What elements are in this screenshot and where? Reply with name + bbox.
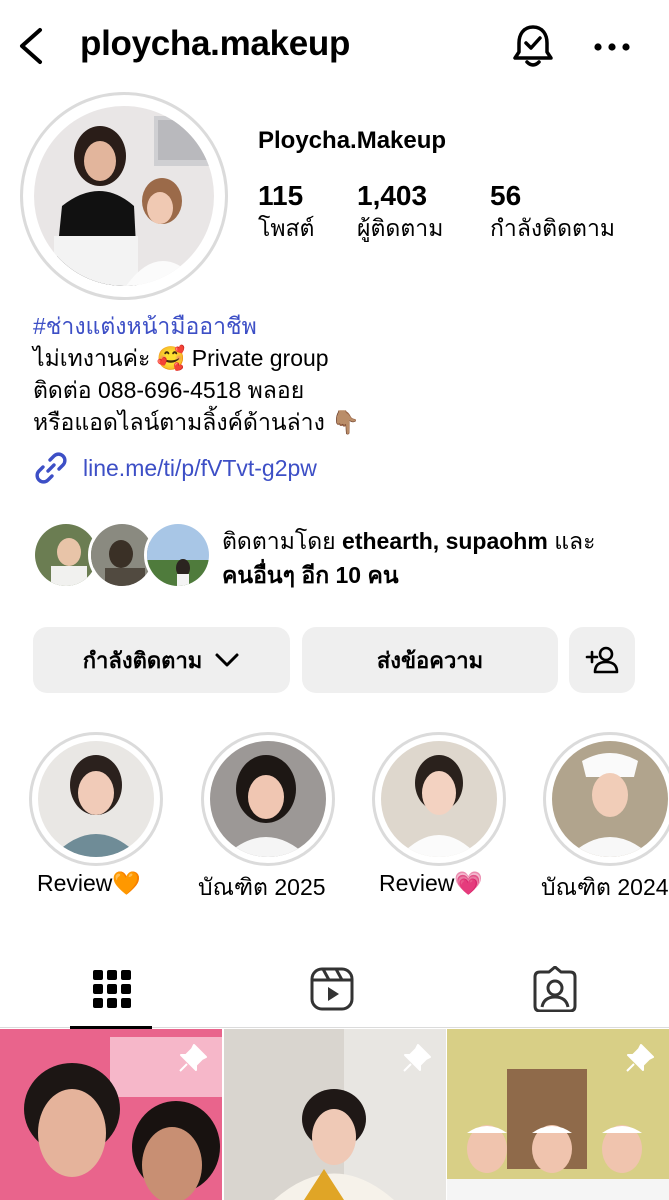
- highlight-4-label: บัณฑิต 2024: [541, 874, 669, 900]
- mutual-followers-avatars[interactable]: [32, 521, 212, 591]
- followers-stat[interactable]: 1,403 ผู้ติดตาม: [357, 180, 443, 244]
- add-person-button[interactable]: [569, 627, 635, 693]
- chevron-left-icon: [20, 28, 42, 64]
- profile-avatar-ring[interactable]: [20, 92, 228, 300]
- bio-line-3: หรือแอดไลน์ตามลิ้งค์ด้านล่าง 👇🏽: [33, 409, 360, 435]
- pin-icon: [179, 1044, 207, 1072]
- more-options-button[interactable]: [590, 30, 634, 64]
- highlight-2-label: บัณฑิต 2025: [198, 874, 326, 900]
- back-button[interactable]: [14, 26, 50, 66]
- mutual-suffix: และ: [547, 528, 596, 554]
- following-count: 56: [490, 180, 522, 211]
- bell-check-icon: [513, 25, 553, 67]
- add-person-icon: [585, 646, 619, 674]
- link-icon: [35, 452, 67, 484]
- following-label: กำลังติดตาม: [490, 215, 616, 241]
- following-stat[interactable]: 56 กำลังติดตาม: [490, 180, 615, 244]
- post-tile-1[interactable]: [0, 1029, 222, 1200]
- top-bar: ploycha.makeup: [0, 0, 669, 96]
- grid-icon: [92, 970, 131, 1008]
- notifications-button[interactable]: [510, 22, 556, 70]
- highlight-3-label: Review💗: [379, 870, 484, 896]
- tagged-icon: [533, 966, 576, 1012]
- highlight-1[interactable]: [29, 732, 163, 866]
- tab-tagged[interactable]: [443, 950, 666, 1028]
- mutual-others: คนอื่นๆ อีก 10 คน: [222, 562, 399, 588]
- mutual-names: ethearth, supaohm: [342, 528, 548, 554]
- followers-count: 1,403: [357, 180, 428, 211]
- following-button[interactable]: กำลังติดตาม: [33, 627, 290, 693]
- profile-bio: #ช่างแต่งหน้ามืออาชีพ ไม่เทงานค่ะ 🥰 Priv…: [33, 310, 360, 438]
- highlight-1-label: Review🧡: [37, 870, 142, 896]
- tab-reels[interactable]: [220, 950, 443, 1028]
- bio-hashtag[interactable]: #ช่างแต่งหน้ามืออาชีพ: [33, 310, 360, 342]
- posts-count: 115: [258, 180, 304, 211]
- highlight-3[interactable]: [372, 732, 506, 866]
- highlight-2[interactable]: [201, 732, 335, 866]
- bio-line-2: ติดต่อ 088-696-4518 พลอย: [33, 377, 305, 403]
- highlight-4[interactable]: [543, 732, 669, 866]
- highlight-thumbnail: [552, 741, 668, 857]
- chevron-down-icon: [215, 653, 239, 667]
- highlight-thumbnail: [381, 741, 497, 857]
- message-button[interactable]: ส่งข้อความ: [302, 627, 558, 693]
- highlight-thumbnail: [210, 741, 326, 857]
- highlight-thumbnail: [38, 741, 154, 857]
- following-button-label: กำลังติดตาม: [82, 647, 203, 673]
- avatar: [34, 106, 214, 286]
- profile-tab-bar: [0, 950, 669, 1029]
- mutual-followers-text[interactable]: ติดตามโดย ethearth, supaohm และ คนอื่นๆ …: [222, 524, 662, 592]
- posts-grid: [0, 1029, 669, 1200]
- bio-link[interactable]: line.me/ti/p/fVTvt-g2pw: [33, 450, 317, 486]
- more-horizontal-icon: [594, 43, 630, 51]
- post-tile-3[interactable]: [447, 1029, 669, 1200]
- tab-grid[interactable]: [0, 950, 223, 1029]
- bio-link-text: line.me/ti/p/fVTvt-g2pw: [83, 454, 317, 481]
- reels-icon: [310, 967, 353, 1011]
- page-title: ploycha.makeup: [80, 24, 351, 63]
- mutual-prefix: ติดตามโดย: [222, 528, 343, 554]
- avatar: [144, 521, 212, 589]
- message-button-label: ส่งข้อความ: [376, 647, 484, 673]
- post-tile-2[interactable]: [224, 1029, 446, 1200]
- pin-icon: [403, 1044, 431, 1072]
- bio-line-1: ไม่เทงานค่ะ 🥰 Private group: [33, 345, 329, 371]
- followers-label: ผู้ติดตาม: [357, 215, 444, 241]
- profile-display-name: Ploycha.Makeup: [258, 127, 447, 154]
- pin-icon: [626, 1044, 654, 1072]
- posts-stat[interactable]: 115 โพสต์: [258, 180, 315, 244]
- posts-label: โพสต์: [258, 215, 315, 241]
